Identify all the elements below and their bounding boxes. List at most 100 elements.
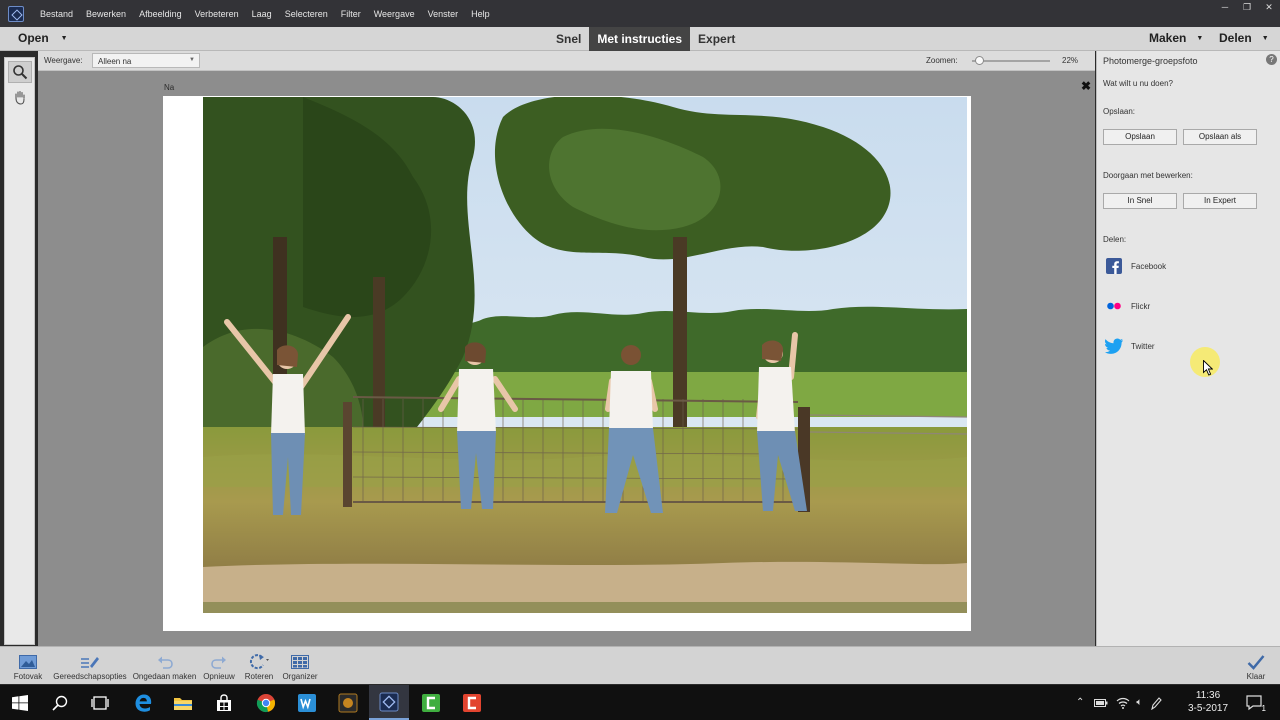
taskbar-chrome[interactable] (246, 685, 286, 720)
menu-bewerken[interactable]: Bewerken (80, 9, 133, 19)
view-label: Weergave: (44, 56, 83, 65)
zoom-slider-handle[interactable] (975, 56, 985, 65)
zoom-icon (13, 65, 28, 80)
taskbar-camtasia-recorder[interactable] (452, 685, 492, 720)
share-twitter[interactable]: Twitter (1105, 337, 1155, 355)
bottom-bar: Fotovak Gereedschapsopties Ongedaan make… (0, 646, 1280, 684)
tray-expand-icon[interactable]: ⌃ (1076, 697, 1084, 708)
redo-label: Opnieuw (203, 672, 235, 681)
close-window-button[interactable]: ✕ (1258, 0, 1280, 14)
mouse-cursor-icon (1203, 360, 1213, 376)
organizer-button[interactable]: Organizer (281, 652, 319, 681)
share-flickr[interactable]: Flickr (1105, 297, 1150, 315)
notification-count: 1 (1261, 704, 1266, 713)
mode-tabs: Snel Met instructies Expert (548, 27, 743, 51)
share-twitter-label: Twitter (1131, 341, 1155, 351)
save-as-button[interactable]: Opslaan als (1183, 129, 1257, 145)
organizer-label: Organizer (282, 672, 318, 681)
zoom-tool[interactable] (8, 61, 32, 83)
chevron-down-icon: ▼ (189, 57, 195, 63)
hand-icon (15, 90, 25, 105)
continue-heading: Doorgaan met bewerken: (1103, 171, 1193, 180)
window-controls: ─ ❐ ✕ (1214, 0, 1280, 14)
tab-expert[interactable]: Expert (690, 27, 743, 51)
share-dropdown-icon: ▼ (1261, 35, 1269, 42)
share-menu-button[interactable]: Delen ▼ (1219, 31, 1269, 45)
save-button[interactable]: Opslaan (1103, 129, 1177, 145)
make-menu-button[interactable]: Maken ▼ (1149, 31, 1203, 45)
zoom-slider[interactable] (972, 56, 1050, 65)
pen-icon[interactable] (1150, 696, 1163, 710)
system-tray: ⌃ 🔈︎ (1076, 685, 1163, 720)
taskbar-file-explorer[interactable] (163, 685, 203, 720)
menu-afbeelding[interactable]: Afbeelding (133, 9, 189, 19)
system-clock[interactable]: 11:36 3-5-2017 (1183, 689, 1233, 715)
windows-logo-icon (12, 694, 28, 711)
view-select[interactable]: Alleen na ▼ (92, 53, 200, 68)
wifi-icon[interactable] (1116, 697, 1130, 709)
task-view-button[interactable] (80, 685, 120, 720)
view-select-value: Alleen na (98, 57, 132, 66)
tool-options-button[interactable]: Gereedschapsopties (52, 652, 128, 681)
start-button[interactable] (0, 685, 40, 720)
hand-tool[interactable] (8, 86, 32, 108)
help-icon[interactable]: ? (1266, 54, 1277, 65)
rotate-button[interactable]: Roteren (243, 652, 275, 681)
menu-bestand[interactable]: Bestand (34, 9, 80, 19)
menu-help[interactable]: Help (465, 9, 497, 19)
tab-met-instructies[interactable]: Met instructies (589, 27, 691, 51)
done-button[interactable]: Klaar (1242, 652, 1270, 681)
menu-verbeteren[interactable]: Verbeteren (189, 9, 246, 19)
search-button[interactable] (40, 685, 80, 720)
menu-selecteren[interactable]: Selecteren (279, 9, 335, 19)
undo-icon (131, 652, 198, 672)
checkmark-icon (1242, 652, 1270, 672)
close-view-button[interactable]: ✖ (1081, 79, 1091, 93)
menu-venster[interactable]: Venster (422, 9, 466, 19)
app-logo-icon (8, 5, 24, 22)
organizer-icon (281, 652, 319, 672)
menu-weergave[interactable]: Weergave (368, 9, 422, 19)
open-button[interactable]: Open ▼ (18, 31, 68, 45)
group-photo-illustration (203, 97, 967, 613)
flickr-icon (1105, 297, 1123, 315)
taskbar-edge[interactable] (123, 685, 163, 720)
taskbar-app-dark[interactable] (328, 685, 368, 720)
action-center-button[interactable]: 1 (1238, 685, 1272, 720)
taskbar-camtasia[interactable] (411, 685, 451, 720)
undo-label: Ongedaan maken (132, 672, 197, 681)
photobin-icon (12, 652, 44, 672)
done-label: Klaar (1246, 672, 1266, 681)
taskbar-photoshop-elements[interactable] (369, 685, 409, 720)
clock-time: 11:36 (1195, 690, 1221, 701)
volume-icon[interactable]: 🔈︎ (1136, 697, 1142, 708)
tool-options-icon (52, 652, 128, 672)
chrome-icon (256, 693, 276, 712)
camtasia-icon (422, 693, 440, 712)
share-flickr-label: Flickr (1131, 301, 1151, 311)
taskbar-store[interactable] (204, 685, 244, 720)
menu-laag[interactable]: Laag (246, 9, 279, 19)
facebook-icon (1105, 257, 1123, 275)
restore-button[interactable]: ❐ (1236, 0, 1258, 14)
redo-button[interactable]: Opnieuw (202, 652, 236, 681)
photobin-button[interactable]: Fotovak (12, 652, 44, 681)
minimize-button[interactable]: ─ (1214, 0, 1236, 14)
store-icon (217, 693, 231, 711)
canvas-area[interactable]: Na ✖ (38, 71, 1095, 646)
make-label: Maken (1149, 31, 1187, 45)
mode-bar: Open ▼ Snel Met instructies Expert Maken ▼… (0, 27, 1280, 51)
battery-icon[interactable] (1094, 698, 1108, 708)
taskbar-word[interactable] (287, 685, 327, 720)
in-quick-button[interactable]: In Snel (1103, 193, 1177, 209)
document-canvas (163, 96, 971, 631)
photobin-label: Fotovak (13, 672, 43, 681)
options-bar: Weergave: Alleen na ▼ Zoomen: 22% (38, 51, 1095, 71)
tab-snel[interactable]: Snel (548, 27, 589, 51)
open-dropdown-icon: ▼ (60, 35, 68, 42)
menu-filter[interactable]: Filter (335, 9, 368, 19)
search-icon (52, 695, 68, 711)
undo-button[interactable]: Ongedaan maken (131, 652, 198, 681)
in-expert-button[interactable]: In Expert (1183, 193, 1257, 209)
share-facebook[interactable]: Facebook (1105, 257, 1166, 275)
